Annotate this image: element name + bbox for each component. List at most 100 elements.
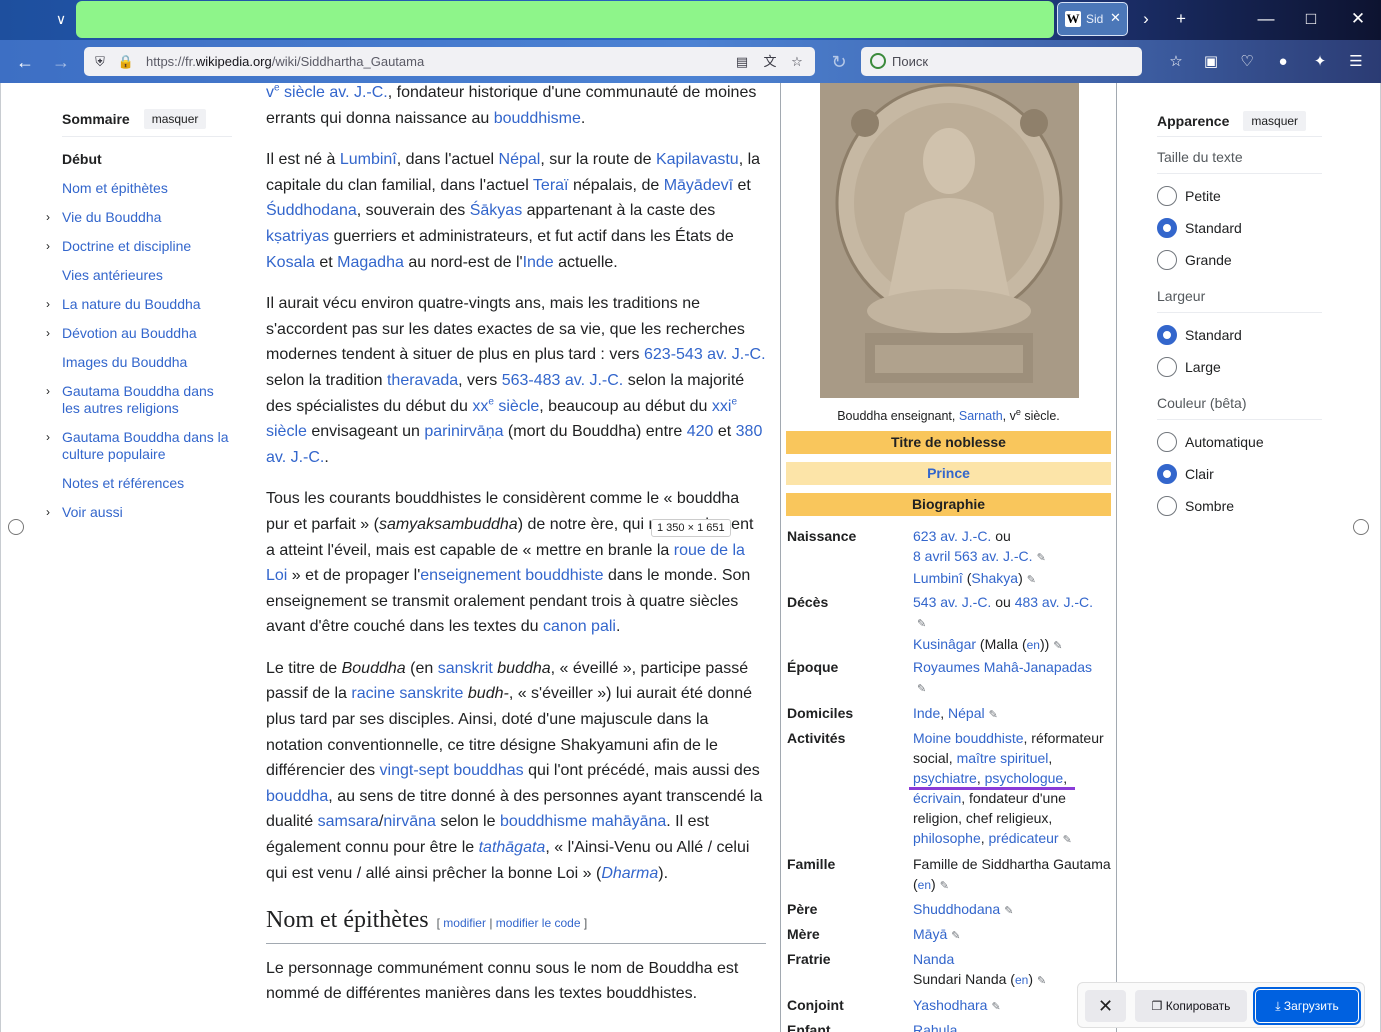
maximize-window-icon[interactable]: □: [1296, 6, 1326, 32]
account-avatar-icon[interactable]: ●: [1271, 50, 1295, 74]
edit-link[interactable]: modifier: [443, 916, 486, 930]
edit-pencil-icon[interactable]: ✎: [917, 618, 926, 630]
link-mahayana[interactable]: bouddhisme mahāyāna: [500, 813, 666, 830]
reader-view-icon[interactable]: ▤: [732, 52, 752, 72]
radio-option[interactable]: Sombre: [1157, 490, 1322, 522]
toc-hide-button[interactable]: masquer: [143, 108, 207, 129]
link-nepal[interactable]: Népal: [499, 151, 541, 168]
link-483[interactable]: 483 av. J.-C.: [1015, 594, 1093, 610]
link-kapilavastu[interactable]: Kapilavastu: [656, 151, 739, 168]
toc-item[interactable]: Nom et épithètes: [62, 180, 232, 197]
toc-item[interactable]: › Dévotion au Bouddha: [46, 325, 232, 342]
container-icon[interactable]: ▣: [1199, 50, 1223, 74]
radio-option[interactable]: Automatique: [1157, 426, 1322, 458]
link-racine-sanskrite[interactable]: racine sanskrite: [351, 685, 463, 702]
minimize-window-icon[interactable]: —: [1251, 6, 1281, 32]
tab-strip-green[interactable]: [76, 1, 1054, 38]
radio-circle-icon[interactable]: [1157, 432, 1177, 452]
radio-circle-icon[interactable]: [1157, 496, 1177, 516]
link-rahula[interactable]: Rahula: [913, 1022, 957, 1032]
link-sarnath[interactable]: Sarnath: [959, 409, 1003, 423]
link-bouddhisme[interactable]: bouddhisme: [494, 110, 581, 127]
download-screenshot-button[interactable]: ⤓ Загрузить: [1253, 987, 1361, 1025]
bookmark-star-icon[interactable]: ☆: [787, 52, 807, 72]
edit-pencil-icon[interactable]: ✎: [940, 880, 949, 892]
list-all-tabs-chevron-icon[interactable]: ∨: [47, 6, 75, 32]
chevron-right-icon[interactable]: ›: [46, 325, 50, 342]
edit-pencil-icon[interactable]: ✎: [917, 683, 926, 695]
link-predicateur[interactable]: prédicateur: [989, 830, 1059, 846]
copy-screenshot-button[interactable]: ❐ Копировать: [1135, 990, 1247, 1022]
link-sakyas[interactable]: Śākyas: [470, 202, 522, 219]
chevron-right-icon[interactable]: ›: [46, 504, 50, 521]
radio-option[interactable]: Petite: [1157, 180, 1322, 212]
band-prince[interactable]: Prince: [786, 462, 1111, 485]
link-en[interactable]: en: [1027, 638, 1040, 652]
link-suddhodana[interactable]: Śuddhodana: [266, 202, 357, 219]
buddha-statue-image[interactable]: [820, 83, 1079, 398]
link-xx-siecle[interactable]: xxe siècle: [472, 397, 539, 415]
link-nanda[interactable]: Nanda: [913, 951, 954, 967]
link-420[interactable]: 420: [687, 423, 714, 440]
link-terai[interactable]: Teraï: [533, 177, 569, 194]
edit-code-link[interactable]: modifier le code: [496, 916, 581, 930]
link-enseignement-bouddhiste[interactable]: enseignement bouddhiste: [420, 567, 603, 584]
radio-option[interactable]: Standard: [1157, 319, 1322, 351]
edit-pencil-icon[interactable]: ✎: [1004, 905, 1013, 917]
toc-item[interactable]: Images du Bouddha: [62, 354, 232, 371]
edit-pencil-icon[interactable]: ✎: [991, 1001, 1000, 1013]
edit-pencil-icon[interactable]: ✎: [1037, 552, 1046, 564]
url-text[interactable]: https://fr.wikipedia.org/wiki/Siddhartha…: [146, 54, 424, 69]
toc-item[interactable]: Notes et références: [62, 475, 232, 492]
toc-item[interactable]: › Gautama Bouddha dans la culture populai…: [46, 429, 232, 463]
radio-circle-icon[interactable]: [1157, 325, 1177, 345]
toc-item[interactable]: Vies antérieures: [62, 267, 232, 284]
link-psychologue[interactable]: psychologue: [985, 770, 1064, 786]
edit-pencil-icon[interactable]: ✎: [1063, 834, 1072, 846]
link-philosophe[interactable]: philosophe: [913, 830, 981, 846]
radio-circle-icon[interactable]: [1157, 464, 1177, 484]
close-tab-icon[interactable]: ✕: [1110, 10, 1121, 26]
extensions-star-icon[interactable]: ☆: [1164, 50, 1188, 74]
tab-wikipedia[interactable]: W Sid ✕: [1057, 2, 1128, 36]
reload-icon[interactable]: ↻: [826, 49, 852, 75]
chevron-right-icon[interactable]: ›: [46, 296, 50, 313]
chevron-right-icon[interactable]: ›: [46, 383, 50, 400]
puzzle-extensions-icon[interactable]: ✦: [1308, 50, 1332, 74]
link-kusinagar[interactable]: Kusinâgar: [913, 636, 976, 652]
radio-option[interactable]: Standard: [1157, 212, 1322, 244]
link-8-avril-563[interactable]: 8 avril 563 av. J.-C.: [913, 548, 1033, 564]
radio-option[interactable]: Clair: [1157, 458, 1322, 490]
link-maya[interactable]: Māyā: [913, 926, 947, 942]
link-theravada[interactable]: theravada: [387, 372, 458, 389]
scroll-tabs-chevron-icon[interactable]: ›: [1131, 6, 1161, 32]
search-bar[interactable]: Поиск: [861, 47, 1142, 76]
toc-item[interactable]: › Voir aussi: [46, 504, 232, 521]
link-623-543[interactable]: 623-543 av. J.-C.: [644, 346, 766, 363]
url-bar[interactable]: ⛨ 🔒 https://fr.wikipedia.org/wiki/Siddha…: [84, 47, 815, 76]
link-lumbini[interactable]: Lumbinî: [340, 151, 397, 168]
menu-hamburger-icon[interactable]: ☰: [1344, 50, 1368, 74]
chevron-right-icon[interactable]: ›: [46, 429, 50, 446]
link-en[interactable]: en: [918, 878, 931, 892]
lock-icon[interactable]: 🔒: [116, 52, 136, 72]
appearance-hide-button[interactable]: masquer: [1243, 110, 1307, 131]
link-tathagata[interactable]: tathāgata: [479, 839, 546, 856]
link-kosala[interactable]: Kosala: [266, 254, 315, 271]
resize-handle-right[interactable]: [1353, 519, 1369, 535]
pocket-icon[interactable]: ♡: [1235, 50, 1259, 74]
link-nepal-ib[interactable]: Népal: [948, 705, 985, 721]
link-en[interactable]: en: [1015, 973, 1028, 987]
resize-handle-left[interactable]: [8, 519, 24, 535]
close-window-icon[interactable]: ✕: [1343, 6, 1373, 32]
radio-circle-icon[interactable]: [1157, 218, 1177, 238]
link-shuddhodana[interactable]: Shuddhodana: [913, 901, 1000, 917]
cancel-screenshot-button[interactable]: ✕: [1085, 990, 1126, 1022]
radio-circle-icon[interactable]: [1157, 250, 1177, 270]
link-siecle[interactable]: ve siècle av. J.-C.: [266, 83, 388, 101]
link-inde[interactable]: Inde: [523, 254, 554, 271]
link-vingt-sept-bouddhas[interactable]: vingt-sept bouddhas: [380, 762, 524, 779]
toc-item[interactable]: › La nature du Bouddha: [46, 296, 232, 313]
link-magadha[interactable]: Magadha: [337, 254, 404, 271]
link-moine[interactable]: Moine bouddhiste: [913, 730, 1024, 746]
